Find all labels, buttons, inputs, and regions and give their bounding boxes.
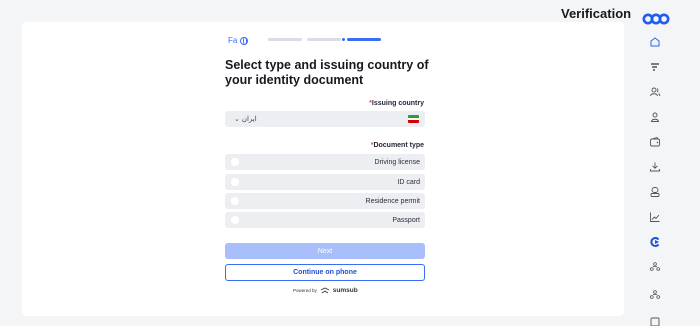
referral-alt-icon[interactable] [648,288,662,302]
progress-step-2 [307,38,341,41]
document-label-text: Document type [373,142,424,149]
country-label: *Issuing country [369,100,424,107]
wallet-icon[interactable] [648,135,662,149]
page-title: Verification [561,6,632,21]
country-value-wrap: ⌄ ایران [231,115,257,123]
powered-prefix: Powered by [293,288,317,293]
progress-step-3 [347,38,381,41]
user-icon[interactable] [648,110,662,124]
next-button[interactable]: Next [225,243,425,259]
chart-icon[interactable] [648,210,662,224]
language-label: Fa [228,36,238,45]
option-label: Residence permit [365,197,420,205]
users-icon[interactable] [648,85,662,99]
option-label: Passport [392,216,420,224]
referral-icon[interactable] [648,260,662,274]
chevron-down-icon: ⌄ [234,116,240,123]
powered-by: Powered by sumsub [293,287,358,294]
exchange-icon[interactable] [648,235,662,249]
home-icon[interactable] [648,35,662,49]
option-label: ID card [397,178,420,186]
option-passport[interactable]: Passport [225,212,425,228]
document-label: *Document type [371,142,424,149]
profile-icon[interactable] [648,185,662,199]
iran-flag-icon [408,115,419,123]
more-icon[interactable] [648,316,662,326]
globe-icon [240,36,249,45]
continue-on-phone-button[interactable]: Continue on phone [225,264,425,281]
progress-steps [268,38,381,41]
filter-icon[interactable] [648,60,662,74]
progress-dot [342,38,345,41]
option-residence-permit[interactable]: Residence permit [225,193,425,209]
option-label: Driving license [374,158,420,166]
progress-step-1 [268,38,302,41]
radio-icon[interactable] [231,158,239,166]
download-icon[interactable] [648,160,662,174]
form-heading: Select type and issuing country of your … [225,58,429,87]
option-id-card[interactable]: ID card [225,174,425,190]
language-switch[interactable]: Fa [228,36,249,45]
radio-icon[interactable] [231,197,239,205]
country-value: ایران [241,116,257,123]
option-driving-license[interactable]: Driving license [225,154,425,170]
powered-brand: sumsub [332,287,358,294]
country-label-text: Issuing country [371,100,424,107]
radio-icon[interactable] [231,178,239,186]
country-select[interactable]: ⌄ ایران [225,111,425,127]
sumsub-logo-icon [320,287,329,294]
radio-icon[interactable] [231,216,239,224]
